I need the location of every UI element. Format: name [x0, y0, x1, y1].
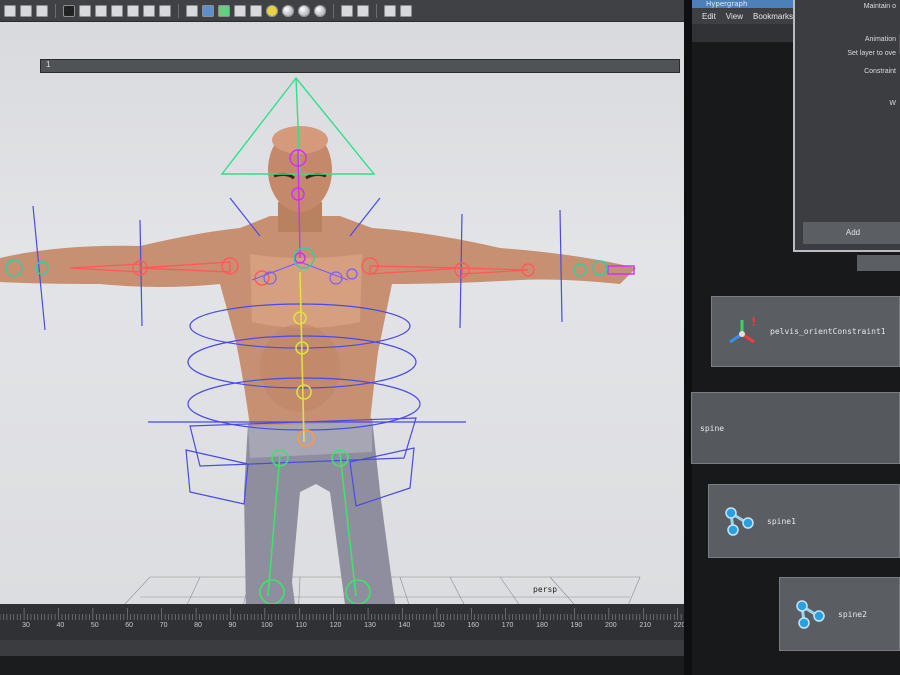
- grid-icon[interactable]: [63, 4, 75, 17]
- node-label: spine2: [838, 609, 867, 619]
- text-icon[interactable]: [159, 4, 171, 17]
- time-ruler: [0, 608, 682, 620]
- ruler-label: 200: [604, 622, 617, 629]
- isolate2-icon[interactable]: [384, 4, 396, 17]
- range-start-field[interactable]: 1: [46, 60, 50, 69]
- toolbar-separator: [333, 3, 334, 18]
- toolbar-separator: [376, 3, 377, 18]
- ruler-label: 50: [90, 622, 99, 629]
- camera-icon[interactable]: [202, 4, 214, 17]
- hypergraph-node-spine[interactable]: spine: [691, 392, 900, 464]
- range-slider-bar[interactable]: [0, 640, 684, 656]
- svg-text:!: !: [751, 315, 756, 329]
- hypergraph-node-spine2[interactable]: spine2: [779, 577, 900, 651]
- isolate-icon[interactable]: [357, 4, 369, 17]
- render-icon[interactable]: [95, 4, 107, 17]
- set-layer-label: Set layer to ove: [847, 50, 896, 57]
- ruler-label: 170: [501, 622, 514, 629]
- toolbar-separator: [178, 3, 179, 18]
- smooth-icon[interactable]: [127, 4, 139, 17]
- ruler-label: 180: [536, 622, 548, 629]
- light-icon[interactable]: [250, 4, 262, 17]
- joint-icon: [725, 507, 754, 536]
- dof-icon[interactable]: [341, 4, 353, 17]
- node-label: pelvis_orientConstraint1: [770, 327, 886, 336]
- layers-icon[interactable]: [79, 4, 91, 17]
- menu-edit[interactable]: Edit: [702, 12, 716, 21]
- ruler-label: 60: [125, 622, 134, 629]
- lasso-icon[interactable]: [20, 4, 32, 17]
- maintain-offset-label: Maintain o: [863, 3, 896, 10]
- orient-constraint-icon: !: [729, 315, 756, 343]
- texture-icon[interactable]: [143, 4, 155, 17]
- select-icon[interactable]: [4, 4, 16, 17]
- joint-icon: [796, 600, 825, 629]
- menu-view[interactable]: View: [726, 12, 743, 21]
- viewport-scene: [0, 76, 641, 604]
- constraint-axes-label: Constraint: [864, 68, 896, 75]
- range-slider[interactable]: [40, 59, 680, 73]
- ruler-label: 190: [570, 622, 583, 629]
- character-body: [0, 216, 636, 426]
- shadow-icon[interactable]: [282, 4, 294, 17]
- camera-label: persp: [533, 585, 558, 594]
- ruler-label: 160: [467, 622, 480, 629]
- ruler-label: 40: [56, 622, 65, 629]
- ao-icon[interactable]: [298, 4, 310, 17]
- ruler-label: 210: [639, 622, 652, 629]
- add-button[interactable]: Add: [803, 222, 900, 244]
- ruler-label: 120: [329, 622, 342, 629]
- constraint-options-panel: Maintain o Animation Set layer to ove Co…: [793, 0, 900, 252]
- aa-icon[interactable]: [314, 4, 326, 17]
- cube-icon[interactable]: [186, 4, 198, 17]
- hypergraph-node-pelvis-constraint[interactable]: ! pelvis_orientConstraint1: [711, 296, 900, 367]
- ruler-label: 140: [398, 622, 411, 629]
- wire-icon[interactable]: [111, 4, 123, 17]
- ruler-label: 30: [22, 622, 30, 629]
- toolbar-separator: [55, 3, 56, 18]
- animation-layer-label: Animation: [864, 36, 896, 43]
- hypergraph-toolbar: [692, 24, 796, 42]
- ruler-label: 80: [194, 622, 202, 629]
- perspective-viewport[interactable]: persp: [0, 22, 684, 604]
- monitor-gap: [684, 0, 692, 675]
- ruler-label: 150: [432, 622, 445, 629]
- ruler-label: 110: [295, 622, 307, 629]
- character-legs: [244, 418, 396, 604]
- ruler-label: 90: [228, 622, 237, 629]
- menu-bookmarks[interactable]: Bookmarks: [753, 12, 793, 21]
- hypergraph-menu-bar: Edit View Bookmarks: [692, 8, 796, 24]
- xray-icon[interactable]: [234, 4, 246, 17]
- weight-label: W: [889, 100, 896, 107]
- ruler-label: 100: [260, 622, 273, 629]
- joint-icon[interactable]: [218, 4, 230, 17]
- node-label: spine: [700, 423, 725, 433]
- ruler-label: 70: [159, 622, 168, 629]
- panel-edge: [857, 255, 900, 271]
- viewport-toolbar: [0, 0, 690, 22]
- node-label: spine1: [767, 516, 796, 526]
- time-slider[interactable]: 30 40 50 60 70 80 90 100 110 120 130 140 150 160 170 18…: [0, 604, 685, 656]
- ruler-label: 130: [364, 622, 376, 629]
- hypergraph-node-spine1[interactable]: spine1: [708, 484, 900, 558]
- sphere-icon[interactable]: [266, 4, 278, 17]
- share-icon[interactable]: [400, 4, 412, 17]
- paint-icon[interactable]: [36, 4, 48, 17]
